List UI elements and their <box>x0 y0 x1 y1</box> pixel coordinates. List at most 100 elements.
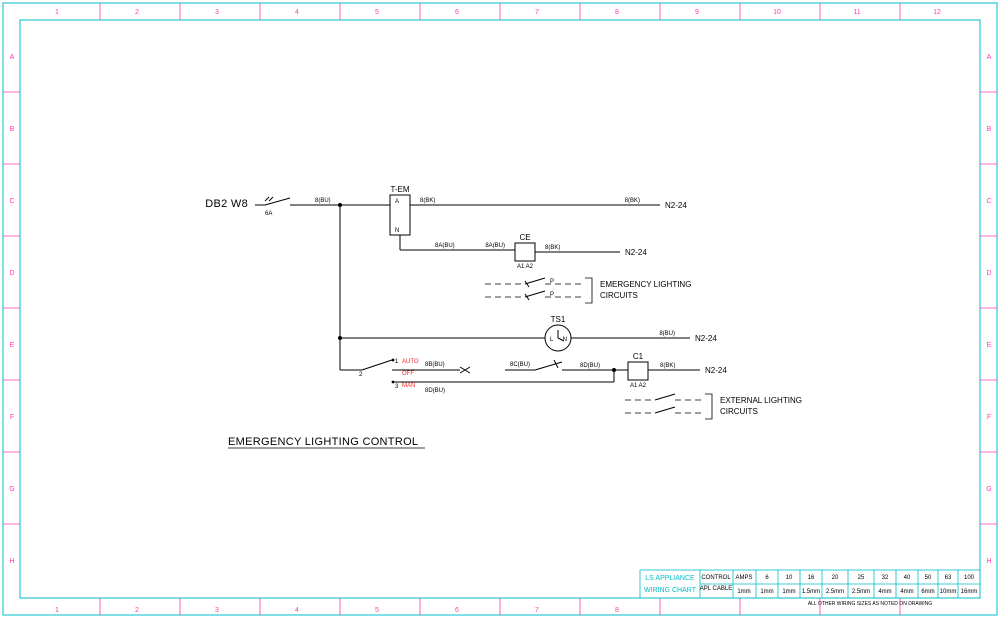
ce-label: CE <box>519 233 530 242</box>
sw-pin-1: 1 <box>395 359 399 365</box>
svg-text:1mm: 1mm <box>760 589 773 595</box>
c1-a1: A1 <box>630 383 638 389</box>
ce-coil <box>515 243 535 261</box>
sw-pin-3: 3 <box>395 384 399 390</box>
c1-coil <box>628 362 648 380</box>
svg-text:4mm: 4mm <box>900 589 913 595</box>
svg-text:4: 4 <box>295 607 299 614</box>
svg-text:20: 20 <box>832 575 839 581</box>
svg-text:A: A <box>987 54 992 61</box>
svg-text:16mm: 16mm <box>961 589 978 595</box>
svg-text:12: 12 <box>933 9 941 16</box>
em-circ-2: CIRCUITS <box>600 291 638 300</box>
svg-text:2.5mm: 2.5mm <box>852 589 870 595</box>
c1-a2: A2 <box>639 383 647 389</box>
svg-text:7: 7 <box>535 9 539 16</box>
wire-8b: 8C(BU) <box>510 362 530 368</box>
n224-ce: N2-24 <box>625 248 647 257</box>
control-val: 1mm <box>737 589 750 595</box>
svg-text:C: C <box>986 198 991 205</box>
svg-text:5: 5 <box>375 607 379 614</box>
svg-text:10mm: 10mm <box>940 589 957 595</box>
border-inner <box>20 20 980 598</box>
svg-text:63: 63 <box>945 575 952 581</box>
tem-n: N <box>395 228 399 234</box>
wire-10: 8(BK) <box>660 363 675 369</box>
table-title-2: WIRING CHART <box>644 587 697 594</box>
svg-text:16: 16 <box>808 575 815 581</box>
svg-text:G: G <box>986 486 991 493</box>
ext-circ-2: CIRCUITS <box>720 407 758 416</box>
svg-text:2: 2 <box>135 9 139 16</box>
svg-text:50: 50 <box>925 575 932 581</box>
n224-c1: N2-24 <box>705 366 727 375</box>
schematic-content: DB2 W8 6A 8(BU) T-EM A N 8(BK) 8(BK) N2-… <box>205 185 802 448</box>
svg-text:H: H <box>986 558 991 565</box>
emergency-lighting-contacts: P P EMERGENCY LIGHTING CIRCUITS <box>485 278 691 303</box>
wiring-chart-table: LS APPLIANCE WIRING CHART CONTROL APL CA… <box>640 570 980 607</box>
tem-a: A <box>395 199 399 205</box>
svg-text:25: 25 <box>858 575 865 581</box>
svg-text:40: 40 <box>904 575 911 581</box>
svg-text:6: 6 <box>455 9 459 16</box>
svg-text:2.5mm: 2.5mm <box>826 589 844 595</box>
table-row2-head: APL CABLE <box>700 586 732 592</box>
schematic-drawing: 1 2 3 4 5 6 7 8 9 10 11 12 1 2 3 4 5 6 7… <box>0 0 1000 618</box>
ts1-label: TS1 <box>551 315 566 324</box>
svg-text:6: 6 <box>455 607 459 614</box>
svg-text:32: 32 <box>882 575 889 581</box>
ce-p2: P <box>550 292 554 298</box>
wire-11: 8D(BU) <box>425 388 445 394</box>
tem-label: T-EM <box>390 185 409 194</box>
svg-text:4mm: 4mm <box>878 589 891 595</box>
grid-rows: A B C D E F G H A B C D E F G H <box>3 54 997 565</box>
border-outer <box>3 3 997 615</box>
sw-man: MAN <box>402 383 415 389</box>
svg-text:11: 11 <box>853 9 860 16</box>
ce-a2: A2 <box>526 264 534 270</box>
ts1-n: N <box>563 337 567 343</box>
wire-5: 8A(BU) <box>485 243 505 249</box>
svg-text:D: D <box>986 270 991 277</box>
ce-p1: P <box>550 279 554 285</box>
sw-pin-2: 2 <box>359 372 363 378</box>
svg-text:A: A <box>10 54 15 61</box>
svg-text:5: 5 <box>375 9 379 16</box>
svg-text:100: 100 <box>964 575 975 581</box>
wire-2: 8(BK) <box>420 198 435 204</box>
sw-auto: AUTO <box>402 359 419 365</box>
wire-9: 8D(BU) <box>580 363 600 369</box>
wire-3: 8(BK) <box>625 198 640 204</box>
svg-text:8: 8 <box>615 9 619 16</box>
grid-columns: 1 2 3 4 5 6 7 8 9 10 11 12 1 2 3 4 5 6 7… <box>55 3 941 615</box>
svg-text:3: 3 <box>215 9 219 16</box>
ce-a1: A1 <box>517 264 525 270</box>
table-title-1: LS APPLIANCE <box>645 575 695 582</box>
tem-relay <box>390 195 410 235</box>
svg-text:G: G <box>9 486 14 493</box>
breaker-rating: 6A <box>265 211 272 217</box>
svg-text:F: F <box>10 414 14 421</box>
svg-text:H: H <box>9 558 14 565</box>
svg-text:E: E <box>987 342 992 349</box>
external-lighting-contacts: EXTERNAL LIGHTING CIRCUITS <box>625 394 802 419</box>
amps-head: AMPS <box>735 575 752 581</box>
svg-text:9: 9 <box>695 9 699 16</box>
svg-text:10: 10 <box>786 575 793 581</box>
wire-7: 8(BU) <box>659 331 675 337</box>
svg-text:7: 7 <box>535 607 539 614</box>
c1-label: C1 <box>633 352 644 361</box>
source-label: DB2 W8 <box>205 198 248 210</box>
svg-text:8: 8 <box>615 607 619 614</box>
ts1-l: L <box>550 337 554 343</box>
svg-text:2: 2 <box>135 607 139 614</box>
n224-ts1: N2-24 <box>695 334 717 343</box>
svg-text:6: 6 <box>765 575 769 581</box>
wire-1: 8(BU) <box>315 198 331 204</box>
svg-text:3: 3 <box>215 607 219 614</box>
wire-4: 8A(BU) <box>435 243 455 249</box>
svg-text:D: D <box>9 270 14 277</box>
svg-text:1: 1 <box>55 607 59 614</box>
svg-text:F: F <box>987 414 991 421</box>
sw-off: OFF <box>402 371 414 377</box>
